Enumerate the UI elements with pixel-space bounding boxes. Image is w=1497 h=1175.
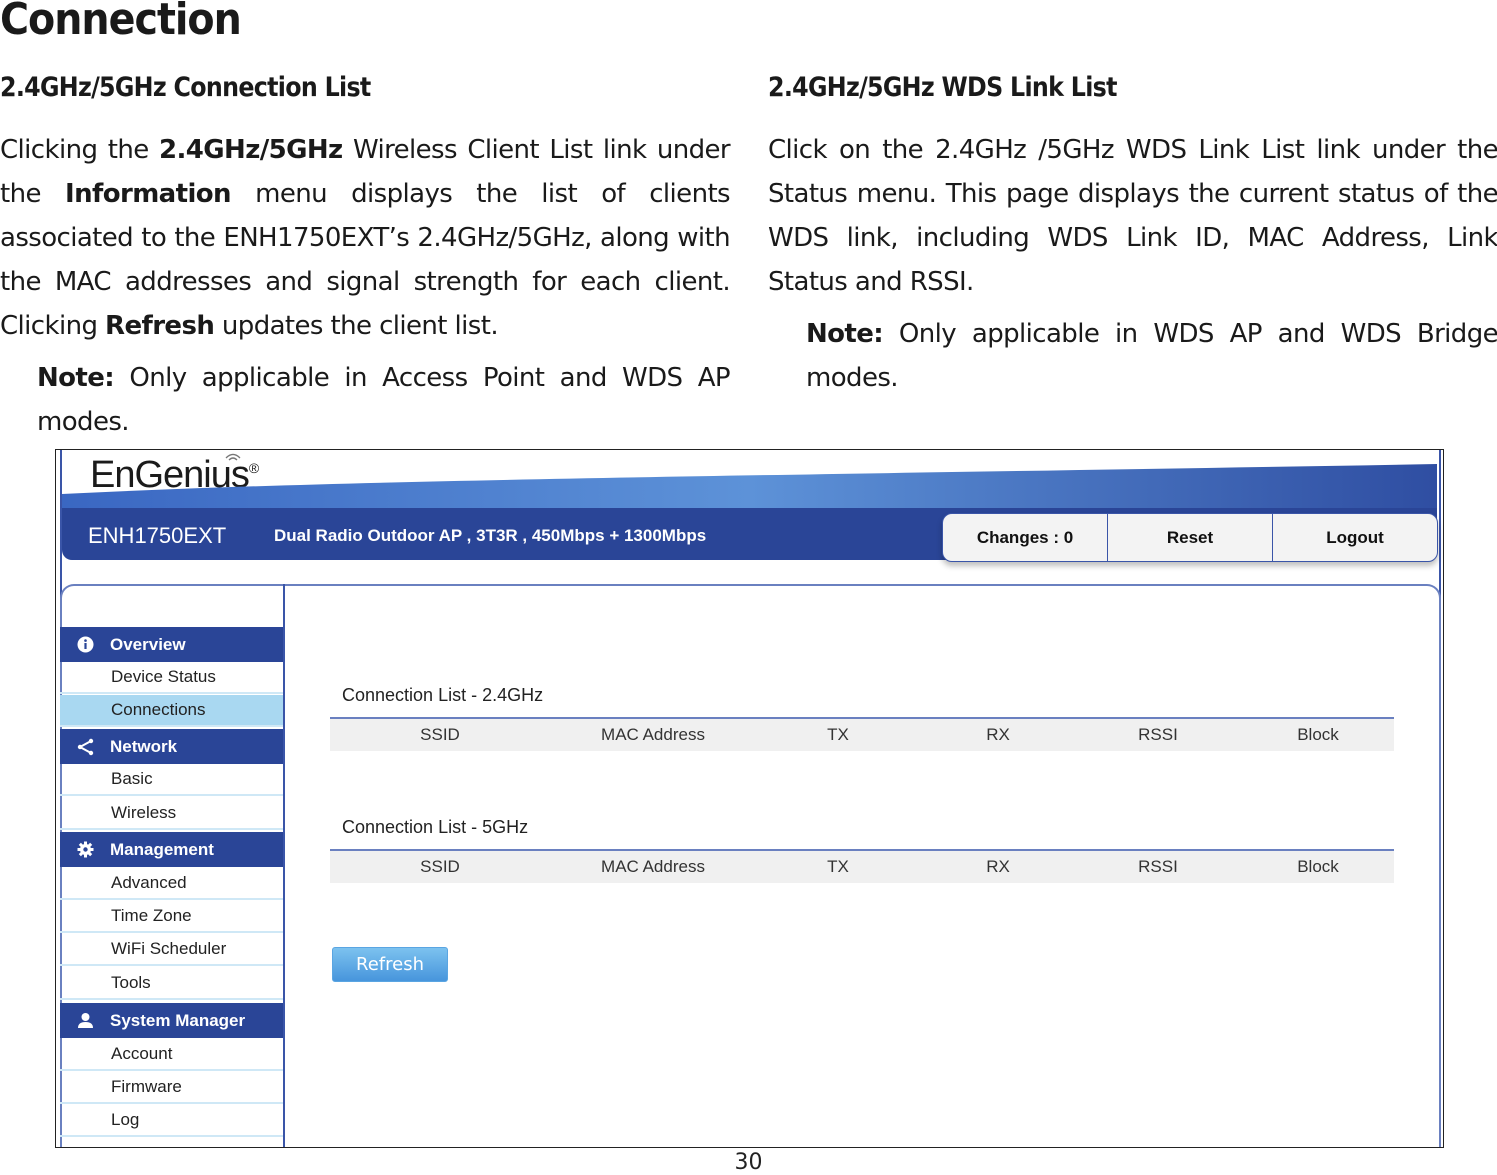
wds-link-list-section: 2.4GHz/5GHz WDS Link List Click on the 2… <box>768 66 1497 400</box>
sidebar-group-label: Overview <box>110 634 186 654</box>
column-header-rssi: RSSI <box>1138 725 1178 744</box>
note: Note: Only applicable in Access Point an… <box>0 356 731 444</box>
page-title: Connection <box>0 0 242 45</box>
wifi-icon <box>225 453 241 461</box>
sidebar-item-wifi-scheduler[interactable]: WiFi Scheduler <box>60 934 283 966</box>
note-label: Note: <box>37 363 115 393</box>
user-icon <box>60 1012 110 1029</box>
sidebar-item-account[interactable]: Account <box>60 1039 283 1071</box>
ui-screenshot: EnGenius® ENH1750EXT Dual Radio Outdoor … <box>55 449 1444 1148</box>
gear-icon <box>60 841 110 858</box>
sidebar-group-label: Management <box>110 839 214 859</box>
connection-list-2g-title: Connection List - 2.4GHz <box>342 685 544 705</box>
connection-list-2g-header: SSID MAC Address TX RX RSSI Block <box>330 717 1394 751</box>
bold-term: Refresh <box>105 311 215 341</box>
column-header-mac-address: MAC Address <box>601 725 705 744</box>
sidebar-group-label: System Manager <box>110 1010 246 1030</box>
sidebar-item-wireless[interactable]: Wireless <box>60 798 283 830</box>
header-button-group: Changes : 0 Reset Logout <box>942 513 1438 562</box>
sidebar-item-connections[interactable]: Connections <box>60 695 283 727</box>
note-text: Only applicable in WDS AP and WDS Bridge… <box>806 319 1497 393</box>
section-heading: 2.4GHz/5GHz WDS Link List <box>768 72 1117 103</box>
refresh-button[interactable]: Refresh <box>332 947 448 982</box>
connection-list-5g-title: Connection List - 5GHz <box>342 817 529 837</box>
info-icon <box>60 636 110 653</box>
connection-list-section: 2.4GHz/5GHz Connection List Clicking the… <box>0 66 731 444</box>
banner-swoosh <box>62 464 1437 514</box>
column-header-mac-address: MAC Address <box>601 857 705 876</box>
model-tagline: Dual Radio Outdoor AP , 3T3R , 450Mbps +… <box>274 526 707 545</box>
reset-button[interactable]: Reset <box>1108 514 1273 561</box>
changes-button[interactable]: Changes : 0 <box>943 514 1108 561</box>
sidebar-group-network[interactable]: Network <box>60 729 283 764</box>
sidebar-group-management[interactable]: Management <box>60 832 283 867</box>
sidebar-item-tools[interactable]: Tools <box>60 968 283 1000</box>
note-text: Only applicable in Access Point and WDS … <box>37 363 731 437</box>
section-paragraph: Click on the 2.4GHz /5GHz WDS Link List … <box>768 135 1497 297</box>
text: updates the client list. <box>214 311 499 341</box>
column-header-block: Block <box>1297 857 1339 876</box>
page-number: 30 <box>734 1150 763 1175</box>
sidebar-item-basic[interactable]: Basic <box>60 764 283 796</box>
section-heading: 2.4GHz/5GHz Connection List <box>0 72 371 103</box>
sidebar-item-firmware[interactable]: Firmware <box>60 1072 283 1104</box>
bold-term: 2.4GHz/5GHz <box>159 135 343 165</box>
column-header-rx: RX <box>986 725 1010 744</box>
column-header-ssid: SSID <box>420 725 460 744</box>
sidebar-group-overview[interactable]: Overview <box>60 627 283 662</box>
sidebar-item-time-zone[interactable]: Time Zone <box>60 901 283 933</box>
column-header-rssi: RSSI <box>1138 857 1178 876</box>
section-paragraph: Clicking the 2.4GHz/5GHz Wireless Client… <box>0 128 731 348</box>
model-name: ENH1750EXT <box>88 523 227 548</box>
sidebar: Overview Device Status Connections Netwo… <box>60 584 285 1147</box>
sidebar-group-label: Network <box>110 736 178 756</box>
sidebar-group-system-manager[interactable]: System Manager <box>60 1003 283 1038</box>
note: Note: Only applicable in WDS AP and WDS … <box>768 312 1497 400</box>
column-header-tx: TX <box>827 857 849 876</box>
connection-list-5g-header: SSID MAC Address TX RX RSSI Block <box>330 849 1394 883</box>
column-header-block: Block <box>1297 725 1339 744</box>
sidebar-item-advanced[interactable]: Advanced <box>60 868 283 900</box>
sidebar-item-log[interactable]: Log <box>60 1105 283 1137</box>
logout-button[interactable]: Logout <box>1273 514 1437 561</box>
sidebar-item-device-status[interactable]: Device Status <box>60 662 283 694</box>
share-icon <box>60 738 110 756</box>
text: Clicking the <box>0 135 160 165</box>
note-label: Note: <box>806 319 884 349</box>
column-header-rx: RX <box>986 857 1010 876</box>
column-header-ssid: SSID <box>420 857 460 876</box>
bold-term: Information <box>65 179 232 209</box>
column-header-tx: TX <box>827 725 849 744</box>
